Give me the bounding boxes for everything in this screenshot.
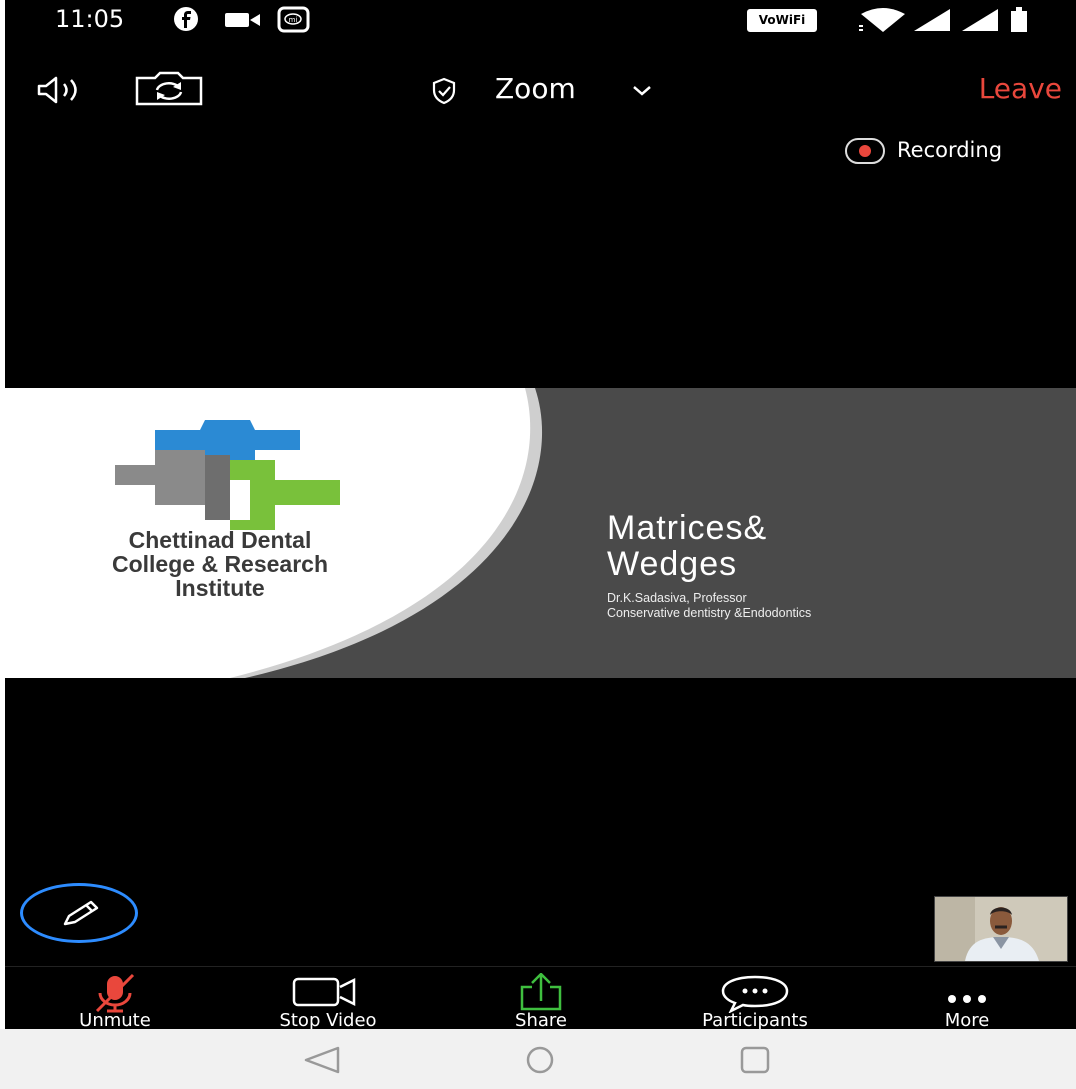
more-button[interactable]: More [917,967,1017,1031]
svg-text:mi: mi [289,16,298,24]
slide-presenter: Dr.K.Sadasiva, Professor [607,591,747,605]
meeting-top-bar: Zoom Leave [5,60,1076,110]
share-button[interactable]: Share [479,967,603,1031]
recording-dot-icon [845,138,885,164]
participants-label: Participants [702,1010,808,1031]
zoom-meeting-screen: 11:05 mi VoWiFi Zoom Leave Recording Che… [5,0,1076,1089]
share-label: Share [515,1010,567,1031]
slide-title: Matrices& Wedges [607,510,967,582]
more-icon [948,995,986,1003]
shared-screen-slide[interactable]: Chettinad Dental College & Research Inst… [5,388,1076,678]
recents-icon[interactable] [736,1045,780,1075]
meeting-title[interactable]: Zoom [495,72,576,105]
microphone-muted-icon [95,973,135,1013]
mi-icon: mi [277,6,310,33]
college-name-line: Institute [175,575,265,601]
facebook-icon [174,7,198,31]
annotate-button[interactable] [20,883,138,943]
unmute-button[interactable]: Unmute [47,967,183,1031]
shield-icon[interactable] [430,76,458,106]
video-camera-icon [292,977,356,1007]
vowifi-badge: VoWiFi [747,9,817,32]
stop-video-label: Stop Video [279,1010,377,1031]
participant-video [935,897,1067,961]
college-name: Chettinad Dental College & Research Inst… [35,528,405,600]
unmute-label: Unmute [79,1010,151,1031]
switch-camera-icon[interactable] [133,70,205,106]
pencil-icon [63,900,99,926]
college-logo [115,420,340,530]
navigation-bar [0,1029,1076,1089]
slide-title-line: Matrices& [607,509,768,547]
status-bar: 11:05 mi VoWiFi [5,0,1076,38]
more-label: More [944,1010,990,1031]
slide-department: Conservative dentistry &Endodontics [607,606,812,620]
recording-label: Recording [897,138,1003,162]
share-icon [520,973,562,1011]
wifi-icon [859,8,905,32]
college-name-line: College & Research [111,551,329,577]
chat-icon [721,975,789,1013]
home-icon[interactable] [518,1045,562,1075]
battery-icon [1011,7,1027,32]
speaker-icon[interactable] [35,76,99,104]
meeting-toolbar: Unmute Stop Video Share Participants Mor… [5,966,1076,1031]
stop-video-button[interactable]: Stop Video [253,967,403,1031]
chevron-down-icon[interactable] [631,84,653,98]
back-icon[interactable] [300,1045,344,1075]
participants-button[interactable]: Participants [673,967,837,1031]
video-camera-icon [225,13,260,27]
status-time: 11:05 [55,5,125,33]
slide-title-line: Wedges [607,545,738,583]
leave-button[interactable]: Leave [979,72,1062,105]
self-video-thumbnail[interactable] [934,896,1068,962]
signal-icon [914,9,950,31]
signal-icon [962,9,998,31]
college-name-line: Chettinad Dental [128,527,312,553]
